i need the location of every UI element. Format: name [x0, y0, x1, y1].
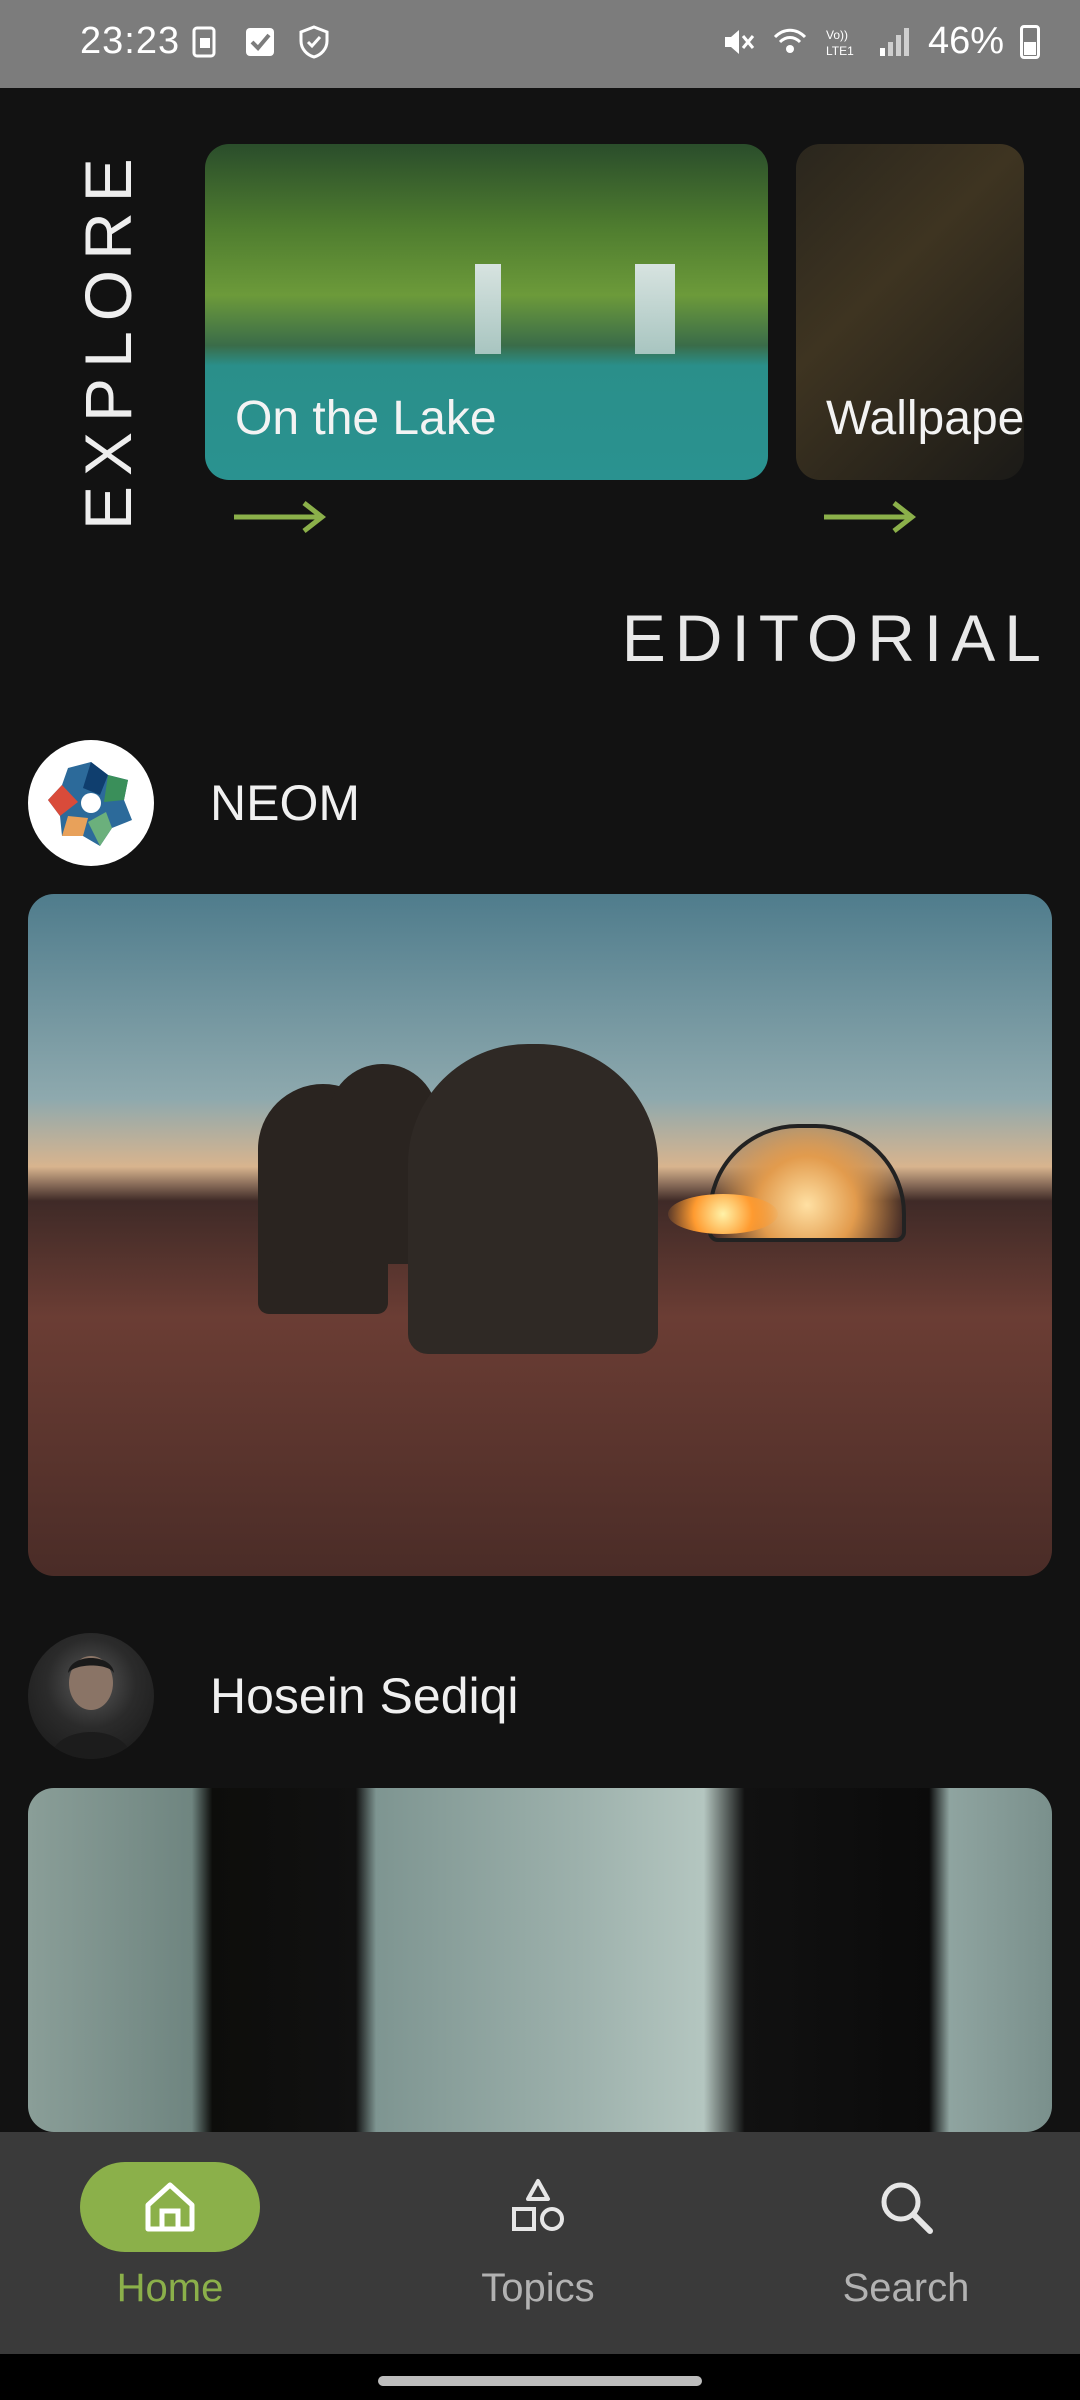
neom-logo	[48, 762, 132, 846]
waterfall	[635, 264, 675, 354]
home-icon	[145, 2182, 195, 2232]
explore-card-lake[interactable]: On the Lake	[205, 144, 768, 480]
person-photo	[50, 1656, 132, 1759]
wifi-icon	[773, 28, 806, 53]
explore-label: EXPLORE	[71, 148, 145, 530]
avatar[interactable]	[28, 1633, 154, 1759]
post-image[interactable]	[28, 894, 1052, 1576]
nav-search-pill[interactable]	[816, 2162, 996, 2252]
status-bar: 23:23 Vo)) LTE1 46%	[0, 0, 1080, 88]
nav-home-pill[interactable]	[80, 2162, 260, 2252]
battery-percent: 46%	[927, 20, 1004, 62]
search-icon	[881, 2182, 933, 2234]
check-icon	[246, 28, 274, 56]
bottom-navigation: Home Topics Search	[0, 2132, 1080, 2354]
nav-topics-label[interactable]: Topics	[418, 2266, 658, 2311]
people-silhouettes	[258, 1044, 678, 1354]
author-name[interactable]: NEOM	[210, 774, 360, 832]
signal-icon	[879, 27, 909, 56]
battery-icon	[1020, 24, 1040, 59]
explore-card-title: Wallpape	[826, 392, 1024, 445]
shapes-icon	[512, 2179, 564, 2231]
shield-icon	[299, 25, 329, 59]
arrow-right-icon[interactable]	[822, 500, 916, 534]
nav-home-label[interactable]: Home	[50, 2266, 290, 2311]
waterfall	[475, 264, 501, 354]
status-right-icons: Vo)) LTE1 46%	[720, 20, 1040, 63]
volte-icon: Vo)) LTE1	[826, 28, 854, 58]
nav-topics[interactable]: Topics	[418, 2162, 658, 2311]
post-header[interactable]: NEOM	[28, 740, 360, 866]
arrow-right-icon[interactable]	[232, 500, 326, 534]
campfire	[668, 1194, 778, 1234]
nav-home[interactable]: Home	[50, 2162, 290, 2311]
gesture-handle[interactable]	[378, 2376, 702, 2386]
author-name[interactable]: Hosein Sediqi	[210, 1667, 519, 1725]
svg-text:Vo)): Vo))	[826, 28, 848, 42]
avatar[interactable]	[28, 740, 154, 866]
nav-search[interactable]: Search	[786, 2162, 1026, 2311]
post-image[interactable]	[28, 1788, 1052, 2132]
explore-card-wallpapers[interactable]: Wallpape	[796, 144, 1024, 480]
editorial-label: EDITORIAL	[621, 601, 1050, 675]
nav-topics-pill[interactable]	[448, 2162, 628, 2252]
nav-search-label[interactable]: Search	[786, 2266, 1026, 2311]
status-time: 23:23	[80, 20, 181, 62]
mute-icon	[724, 29, 755, 54]
status-left-icons	[188, 24, 332, 60]
explore-card-title: On the Lake	[235, 392, 497, 445]
svg-text:LTE1: LTE1	[826, 44, 854, 58]
post-header[interactable]: Hosein Sediqi	[28, 1633, 519, 1759]
sim-icon	[192, 26, 216, 58]
